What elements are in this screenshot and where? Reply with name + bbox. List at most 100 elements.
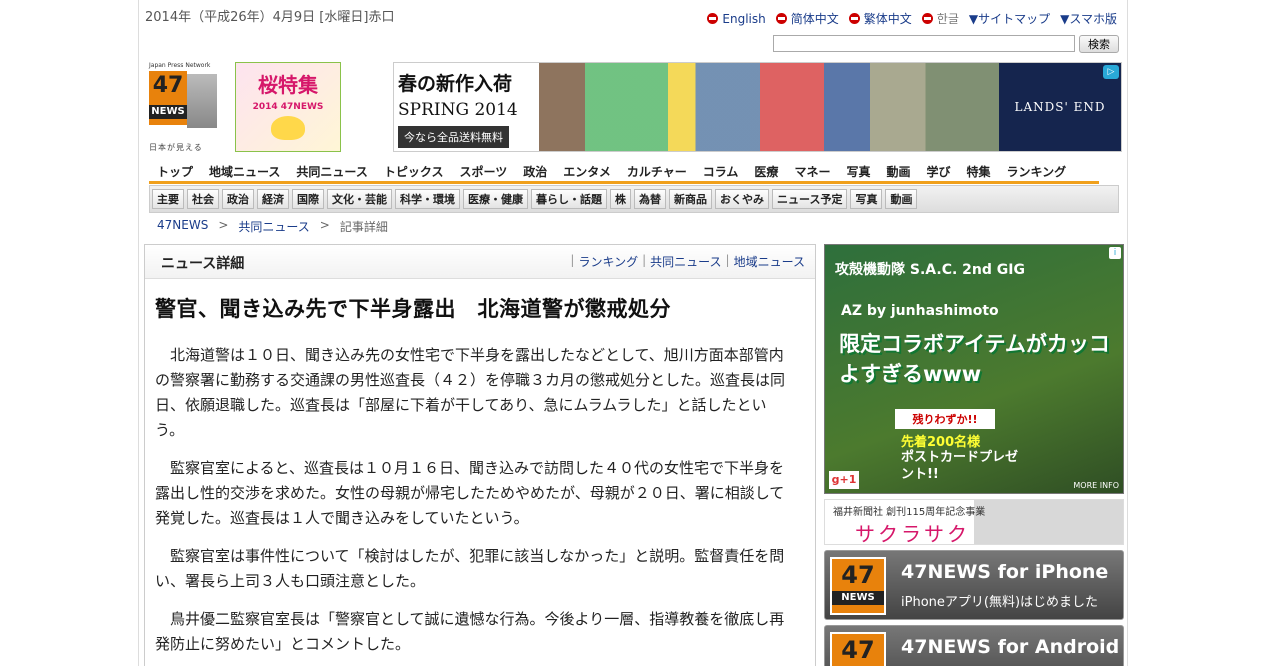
snav-item[interactable]: 動画 bbox=[885, 189, 918, 209]
gnav-item[interactable]: 特集 bbox=[959, 160, 999, 181]
iphone-app-banner[interactable]: 47 NEWS 47NEWS for iPhone iPhoneアプリ(無料)は… bbox=[824, 550, 1124, 620]
search-button[interactable]: 検索 bbox=[1079, 35, 1119, 53]
breadcrumb-home[interactable]: 47NEWS bbox=[157, 218, 208, 235]
flag-icon bbox=[775, 13, 787, 24]
sakura-saku-title: サクラサク bbox=[855, 522, 970, 546]
panel-links: | ランキング | 共同ニュース | 地域ニュース bbox=[570, 253, 805, 270]
gnav-item[interactable]: カルチャー bbox=[619, 160, 695, 181]
logo-tagline: 日本が見える bbox=[149, 143, 203, 152]
article-paragraph: 監察官室によると、巡査長は１０月１６日、聞き込みで訪問した４０代の女性宅で下半身… bbox=[155, 459, 785, 527]
app-name: 47NEWS for Android bbox=[901, 636, 1120, 658]
snav-item[interactable]: 新商品 bbox=[669, 189, 712, 209]
snav-item[interactable]: 経済 bbox=[257, 189, 289, 209]
gnav-item[interactable]: トピックス bbox=[376, 160, 452, 181]
gnav-item[interactable]: マネー bbox=[786, 160, 838, 181]
47news-app-icon: 47 NEWS bbox=[830, 557, 886, 615]
article-paragraph: 監察官室は事件性について「検討はしたが、犯罪に該当しなかった」と説明。監督責任を… bbox=[155, 547, 785, 590]
gnav-item[interactable]: 写真 bbox=[838, 160, 878, 181]
ghost-in-the-shell-ad[interactable]: 攻殻機動隊 S.A.C. 2nd GIG AZ by junhashimoto … bbox=[824, 244, 1124, 494]
snav-item[interactable]: ニュース予定 bbox=[772, 189, 848, 209]
ad-info-icon[interactable]: i bbox=[1109, 247, 1121, 259]
sakura-subtitle: 2014 47NEWS bbox=[252, 102, 324, 112]
snav-item[interactable]: 主要 bbox=[152, 189, 184, 209]
ad-clothes-image bbox=[539, 63, 999, 151]
global-nav: トップ 地域ニュース 共同ニュース トピックス スポーツ 政治 エンタメ カルチ… bbox=[149, 160, 1099, 184]
gplus-button[interactable]: g+1 bbox=[829, 471, 859, 489]
ad2-offer1: 先着200名様 bbox=[901, 435, 981, 450]
logo-map-graphic bbox=[187, 74, 217, 128]
article-body: 北海道警は１０日、聞き込み先の女性宅で下半身を露出したなどとして、旭川方面本部管… bbox=[155, 343, 795, 666]
sub-nav: 主要 社会 政治 経済 国際 文化・芸能 科学・環境 医療・健康 暮らし・話題 … bbox=[149, 185, 1119, 213]
ad2-more-info[interactable]: MORE INFO bbox=[1073, 481, 1119, 490]
gnav-item[interactable]: 共同ニュース bbox=[288, 160, 375, 181]
sakura-saku-banner[interactable]: 福井新聞社 創刊115周年記念事業 サクラサク bbox=[824, 499, 1124, 546]
search-input[interactable] bbox=[773, 35, 1075, 52]
flag-icon bbox=[921, 13, 933, 24]
snav-item[interactable]: 科学・環境 bbox=[395, 189, 460, 209]
gnav-item[interactable]: 医療 bbox=[746, 160, 786, 181]
gnav-item[interactable]: ランキング bbox=[999, 160, 1075, 181]
breadcrumb-separator: > bbox=[218, 218, 229, 232]
breadcrumb-separator: > bbox=[319, 218, 330, 232]
gnav-item[interactable]: コラム bbox=[695, 160, 747, 181]
snav-item[interactable]: 写真 bbox=[850, 189, 883, 209]
article-paragraph: 鳥井優二監察官室長は「警察官として誠に遺憾な行為。今後より一層、指導教養を徹底し… bbox=[155, 610, 785, 653]
snav-item[interactable]: 為替 bbox=[634, 189, 666, 209]
sitemap-link[interactable]: ▼サイトマップ bbox=[969, 10, 1050, 27]
panel-header: ニュース詳細 | ランキング | 共同ニュース | 地域ニュース bbox=[145, 245, 815, 279]
regional-news-link[interactable]: 地域ニュース bbox=[734, 253, 805, 270]
snav-item[interactable]: 国際 bbox=[292, 189, 324, 209]
lang-simplified-link[interactable]: 简体中文 bbox=[775, 10, 839, 27]
sakura-feature-banner[interactable]: 桜特集 2014 47NEWS bbox=[235, 62, 341, 152]
logo-number: 47 bbox=[152, 73, 184, 98]
news-panel: ニュース詳細 | ランキング | 共同ニュース | 地域ニュース 警官、聞き込み先で下… bbox=[144, 244, 816, 666]
sakura-title: 桜特集 bbox=[258, 73, 318, 97]
article-title: 警官、聞き込み先で下半身露出 北海道警が懲戒処分 bbox=[155, 297, 671, 321]
snav-item[interactable]: 政治 bbox=[222, 189, 254, 209]
flag-icon bbox=[848, 13, 860, 24]
page: 2014年（平成26年）4月9日 [水曜日]赤口 English 简体中文 繁体… bbox=[138, 0, 1128, 666]
gnav-item[interactable]: エンタメ bbox=[555, 160, 619, 181]
smartphone-link[interactable]: ▼スマホ版 bbox=[1060, 10, 1117, 27]
app-name: 47NEWS for iPhone bbox=[901, 561, 1109, 583]
flag-icon bbox=[707, 13, 719, 24]
ad-info-icon[interactable]: ▷ bbox=[1103, 65, 1119, 79]
ranking-link[interactable]: ランキング bbox=[578, 253, 638, 270]
ad-line1: 春の新作入荷 bbox=[398, 73, 513, 95]
sidebar: 攻殻機動隊 S.A.C. 2nd GIG AZ by junhashimoto … bbox=[824, 244, 1124, 666]
gnav-item[interactable]: スポーツ bbox=[451, 160, 515, 181]
app-desc: iPhoneアプリ(無料)はじめました bbox=[901, 595, 1099, 610]
lang-traditional-link[interactable]: 繁体中文 bbox=[848, 10, 912, 27]
gnav-item[interactable]: トップ bbox=[149, 160, 201, 181]
lang-english-link[interactable]: English bbox=[707, 10, 766, 27]
site-logo[interactable]: Japan Press Network 47 NEWS 日本が見える bbox=[149, 62, 219, 154]
android-app-banner[interactable]: 47 NEWS 47NEWS for Android bbox=[824, 625, 1124, 666]
sakura-saku-sponsor: 福井新聞社 創刊115周年記念事業 bbox=[833, 507, 986, 518]
gnav-item[interactable]: 地域ニュース bbox=[201, 160, 288, 181]
ad2-collab: AZ by junhashimoto bbox=[841, 303, 999, 319]
logo-network: Japan Press Network bbox=[149, 62, 211, 69]
gnav-item[interactable]: 学び bbox=[918, 160, 958, 181]
article-paragraph: 北海道警は１０日、聞き込み先の女性宅で下半身を露出したなどとして、旭川方面本部管… bbox=[155, 346, 786, 439]
lang-korean-link[interactable]: 한글 bbox=[921, 10, 959, 27]
snav-item[interactable]: 株 bbox=[610, 189, 631, 209]
cat-mascot-icon bbox=[271, 116, 305, 140]
kyodo-news-link[interactable]: 共同ニュース bbox=[650, 253, 721, 270]
snav-item[interactable]: 暮らし・話題 bbox=[531, 189, 607, 209]
snav-item[interactable]: 医療・健康 bbox=[463, 189, 528, 209]
ad2-badge: 残りわずか!! bbox=[895, 409, 995, 429]
gnav-item[interactable]: 動画 bbox=[878, 160, 918, 181]
ad2-title: 攻殻機動隊 S.A.C. 2nd GIG bbox=[835, 262, 1025, 278]
ad2-offer2: ポストカードプレゼント!! bbox=[901, 450, 1019, 482]
snav-item[interactable]: 社会 bbox=[187, 189, 219, 209]
language-bar: English 简体中文 繁体中文 한글 ▼サイトマップ ▼スマホ版 bbox=[707, 10, 1117, 27]
breadcrumb-kyodo[interactable]: 共同ニュース bbox=[238, 218, 309, 235]
snav-item[interactable]: 文化・芸能 bbox=[327, 189, 392, 209]
snav-item[interactable]: おくやみ bbox=[715, 189, 769, 209]
breadcrumb: 47NEWS > 共同ニュース > 記事詳細 bbox=[157, 218, 388, 235]
top-banner-ad[interactable]: 春の新作入荷 SPRING 2014 今なら全品送料無料 LANDS' END … bbox=[393, 62, 1122, 152]
logo-box: 47 NEWS bbox=[149, 71, 187, 125]
ad-text: 春の新作入荷 SPRING 2014 今なら全品送料無料 bbox=[394, 63, 539, 151]
gnav-item[interactable]: 政治 bbox=[515, 160, 555, 181]
ad-line2: SPRING 2014 bbox=[398, 100, 518, 120]
